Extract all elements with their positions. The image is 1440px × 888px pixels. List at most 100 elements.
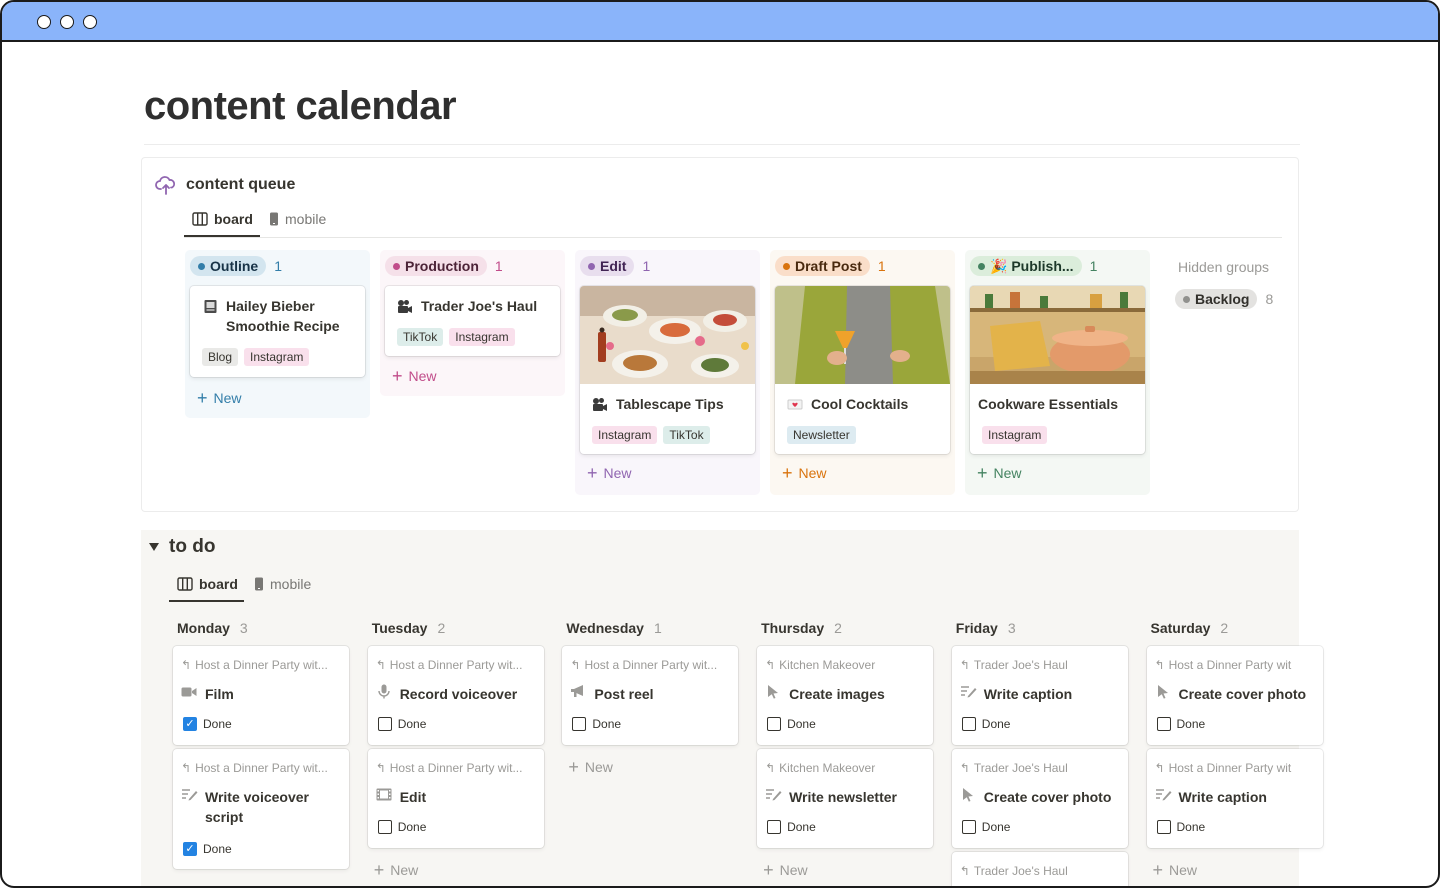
new-task-button[interactable]: +New xyxy=(763,861,808,879)
status-pill[interactable]: Outline xyxy=(190,256,267,276)
parent-task-link[interactable]: ↰ Trader Joe's Haul xyxy=(960,761,1068,775)
day-count: 2 xyxy=(1220,620,1229,636)
parent-task-link[interactable]: ↰ Host a Dinner Party wit... xyxy=(181,658,328,672)
column-count: 1 xyxy=(274,258,283,274)
day-column-header: Friday 3 xyxy=(956,620,1016,636)
parent-task-link[interactable]: ↰ Host a Dinner Party wit xyxy=(1155,761,1292,775)
status-pill[interactable]: Draft Post xyxy=(775,256,870,276)
done-checkbox[interactable]: Done xyxy=(961,820,1010,834)
checkbox[interactable] xyxy=(767,717,782,731)
checkbox[interactable] xyxy=(377,820,392,834)
task-title-text: Edit xyxy=(399,789,427,805)
task-card[interactable]: ↰ Trader Joe's Haul Write caption Done xyxy=(951,646,1128,745)
status-pill[interactable]: 🎉 Publish... xyxy=(970,256,1082,276)
task-card[interactable]: ↰ Host a Dinner Party wit... Edit Done xyxy=(367,749,544,848)
checkbox[interactable] xyxy=(1156,820,1171,834)
parent-arrow-icon: ↰ xyxy=(181,761,192,775)
task-card[interactable]: ↰ Host a Dinner Party wit Write caption Don… xyxy=(1146,749,1323,848)
done-checkbox[interactable]: Done xyxy=(1156,820,1205,834)
status-pill[interactable]: Edit xyxy=(580,256,635,276)
day-column-header: Saturday 2 xyxy=(1151,620,1229,636)
heart-letter-icon xyxy=(787,396,803,412)
database-title[interactable]: content queue xyxy=(186,176,295,194)
new-card-button[interactable]: + New xyxy=(392,367,437,385)
done-checkbox[interactable]: Done xyxy=(377,717,426,731)
task-title: Write newsletter xyxy=(765,787,933,807)
task-card[interactable]: ↰ Kitchen Makeover Create images Done xyxy=(757,646,934,745)
parent-task-link[interactable]: ↰ Host a Dinner Party wit xyxy=(1155,658,1292,672)
tab-board[interactable]: board xyxy=(177,572,238,596)
done-checkbox[interactable]: Done xyxy=(961,717,1010,731)
column-name: Outline xyxy=(210,258,259,274)
task-card[interactable]: ↰ Host a Dinner Party wit... Post reel Done xyxy=(562,646,739,745)
done-checkbox[interactable]: Done xyxy=(767,820,816,834)
new-card-button[interactable]: + New xyxy=(587,464,632,482)
checkbox[interactable] xyxy=(377,717,392,731)
new-card-button[interactable]: + New xyxy=(782,464,827,482)
parent-task-link[interactable]: ↰ Trader Joe's Haul xyxy=(960,864,1068,878)
task-card[interactable]: ↰ Host a Dinner Party wit... Record voiceo… xyxy=(367,646,544,745)
parent-task-link[interactable]: ↰ Host a Dinner Party wit... xyxy=(376,658,523,672)
script-icon xyxy=(181,787,198,827)
status-pill[interactable]: Production xyxy=(385,256,487,276)
checkbox[interactable] xyxy=(1156,717,1171,731)
window-close-button[interactable] xyxy=(37,15,51,29)
tag-blog: Blog xyxy=(202,348,239,366)
checkbox[interactable] xyxy=(961,820,976,834)
checkbox[interactable] xyxy=(961,717,976,731)
parent-task-link[interactable]: ↰ Host a Dinner Party wit... xyxy=(570,658,717,672)
parent-task-link[interactable]: ↰ Host a Dinner Party wit... xyxy=(181,761,328,775)
task-card[interactable]: ↰ Host a Dinner Party wit... Film ✓ Done xyxy=(173,646,349,745)
board-card[interactable]: Tablescape Tips Instagram TikTok xyxy=(580,286,755,454)
checkbox[interactable] xyxy=(767,820,782,834)
task-title-text: Create images xyxy=(789,686,885,702)
board-card[interactable]: Cookware Essentials Instagram xyxy=(970,286,1145,454)
task-card[interactable]: ↰ Host a Dinner Party wit Create cover pho… xyxy=(1146,646,1323,745)
task-card[interactable]: ↰ Kitchen Makeover Write newsletter Done xyxy=(757,749,934,848)
caret-down-icon[interactable] xyxy=(149,543,159,551)
checkbox[interactable]: ✓ xyxy=(183,717,197,731)
camera-icon xyxy=(397,298,413,314)
card-title: Tablescape Tips xyxy=(592,394,724,414)
done-checkbox[interactable]: Done xyxy=(1156,717,1205,731)
card-cover-image xyxy=(580,286,755,384)
tab-mobile[interactable]: mobile xyxy=(269,207,326,231)
tab-label: mobile xyxy=(270,576,312,592)
new-task-button[interactable]: +New xyxy=(179,882,224,886)
done-checkbox[interactable]: ✓ Done xyxy=(183,717,232,731)
board-card[interactable]: Hailey Bieber Smoothie Recipe Blog Insta… xyxy=(190,286,365,377)
script-icon xyxy=(765,787,782,807)
parent-task-link[interactable]: ↰ Kitchen Makeover xyxy=(765,658,875,672)
new-task-button[interactable]: +New xyxy=(568,758,613,776)
phone-icon xyxy=(255,577,263,591)
new-card-button[interactable]: + New xyxy=(977,464,1022,482)
camera-icon xyxy=(592,396,608,412)
board-card[interactable]: Trader Joe's Haul TikTok Instagram xyxy=(385,286,560,356)
tab-board[interactable]: board xyxy=(192,207,253,231)
done-label: Done xyxy=(397,820,427,834)
task-card[interactable]: ↰ Trader Joe's Haul xyxy=(951,852,1128,886)
new-task-button[interactable]: +New xyxy=(1153,861,1198,879)
task-card[interactable]: ↰ Trader Joe's Haul Create cover photo Done xyxy=(951,749,1128,848)
window-minimize-button[interactable] xyxy=(60,15,74,29)
task-card[interactable]: ↰ Host a Dinner Party wit... Write voiceov… xyxy=(173,749,349,869)
done-checkbox[interactable]: Done xyxy=(377,820,427,834)
card-title: Hailey Bieber Smoothie Recipe xyxy=(202,296,357,336)
new-task-button[interactable]: +New xyxy=(374,861,419,879)
done-checkbox[interactable]: Done xyxy=(767,717,816,731)
tab-mobile[interactable]: mobile xyxy=(254,572,311,596)
new-card-button[interactable]: + New xyxy=(197,389,242,407)
parent-task-link[interactable]: ↰ Host a Dinner Party wit... xyxy=(376,761,523,775)
done-checkbox[interactable]: Done xyxy=(572,717,621,731)
todo-toggle-header[interactable]: to do xyxy=(149,536,215,558)
board-card[interactable]: Cool Cocktails Newsletter xyxy=(775,286,950,454)
checkbox[interactable] xyxy=(572,717,587,731)
parent-task-link[interactable]: ↰ Trader Joe's Haul xyxy=(960,658,1068,672)
window-zoom-button[interactable] xyxy=(83,15,97,29)
done-checkbox[interactable]: ✓ Done xyxy=(183,842,232,856)
task-title-text: Create cover photo xyxy=(1178,686,1307,702)
checkbox[interactable]: ✓ xyxy=(183,842,197,856)
hidden-group-backlog[interactable]: Backlog 8 xyxy=(1175,289,1273,309)
parent-arrow-icon: ↰ xyxy=(959,658,970,672)
parent-task-link[interactable]: ↰ Kitchen Makeover xyxy=(765,761,875,775)
